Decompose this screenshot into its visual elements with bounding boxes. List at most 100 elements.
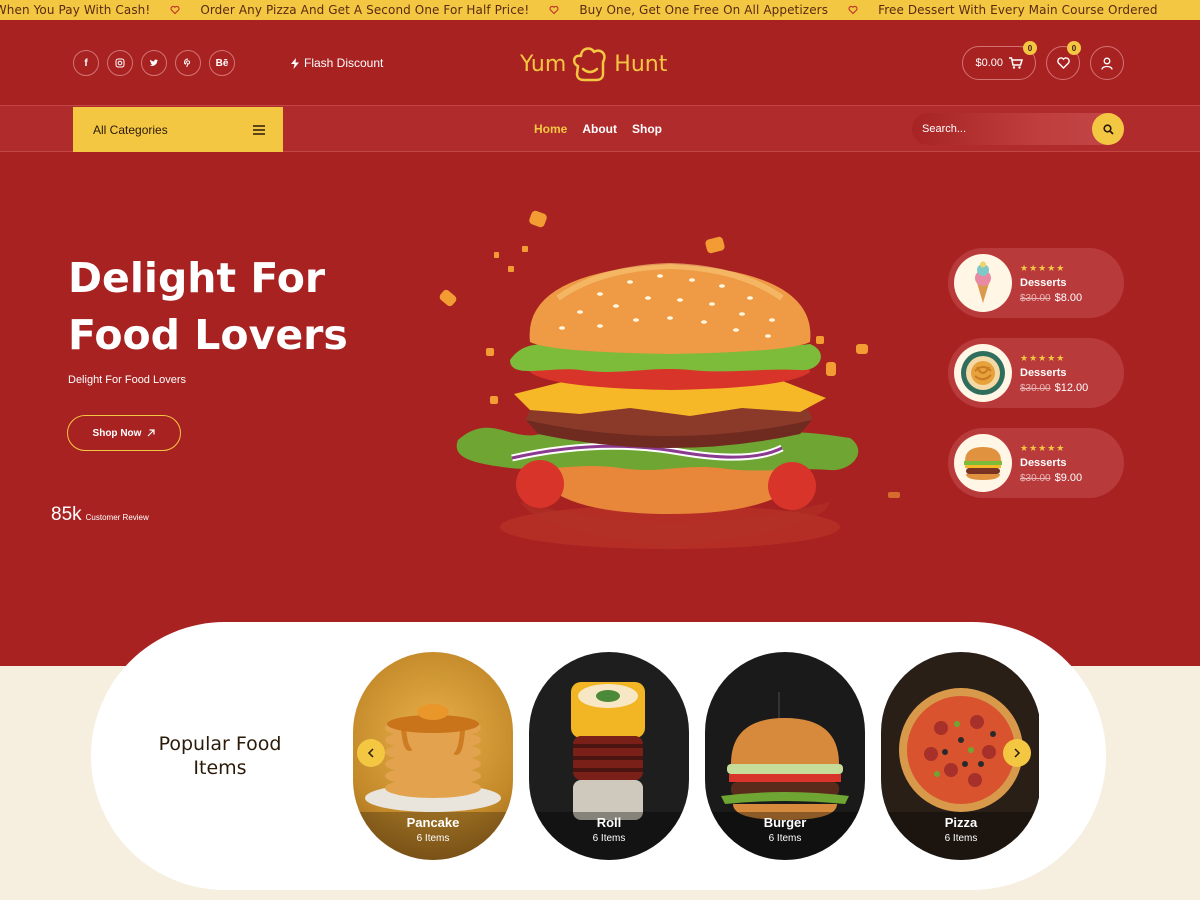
ticker-item: Order Any Pizza And Get A Second One For… — [200, 3, 530, 17]
heart-icon — [1056, 57, 1070, 69]
chevron-left-icon — [367, 748, 374, 758]
featured-item-card[interactable]: ★★★★★ Desserts $30.00 $8.00 — [948, 248, 1124, 318]
user-icon — [1101, 57, 1113, 70]
hero-subtitle: Delight For Food Lovers — [68, 374, 186, 386]
popular-food-carousel: Pancake 6 Items Roll 6 Items Burger 6 It… — [353, 652, 1039, 860]
main-navbar: All Categories Home About Shop — [0, 106, 1200, 152]
featured-item-name: Desserts — [1020, 276, 1067, 289]
food-category-label: Burger 6 Items — [705, 815, 865, 844]
rating-stars: ★★★★★ — [1020, 262, 1066, 273]
wishlist-button[interactable]: 0 — [1046, 41, 1081, 80]
shop-now-label: Shop Now — [92, 427, 142, 439]
food-category-count: 6 Items — [416, 833, 450, 844]
behance-icon[interactable]: Bē — [209, 50, 235, 76]
wishlist-count-badge: 0 — [1067, 41, 1081, 55]
nav-links: Home About Shop — [534, 122, 662, 136]
chef-hat-icon — [573, 47, 606, 82]
rating-stars: ★★★★★ — [1020, 442, 1066, 453]
flash-discount-label: Flash Discount — [304, 56, 384, 70]
hero-title-line2: Food Lovers — [68, 311, 348, 359]
new-price: $12.00 — [1054, 381, 1089, 394]
nav-link-shop[interactable]: Shop — [632, 122, 662, 136]
food-category-label: Roll 6 Items — [529, 815, 689, 844]
heart-icon — [828, 5, 878, 15]
popular-food-section: Popular Food Items Pancake 6 Items Roll … — [91, 622, 1106, 890]
burger-icon — [954, 434, 1012, 492]
featured-item-price: $30.00 $9.00 — [1020, 472, 1082, 484]
featured-item-card[interactable]: ★★★★★ Desserts $30.00 $9.00 — [948, 428, 1124, 498]
promo-ticker: al When You Pay With Cash! Order Any Piz… — [0, 0, 1200, 20]
food-category-label: Pancake 6 Items — [353, 815, 513, 844]
search-bar — [912, 113, 1124, 145]
featured-items: ★★★★★ Desserts $30.00 $8.00 ★★★★★ Dessert… — [948, 248, 1124, 498]
search-input[interactable] — [922, 123, 1082, 135]
old-price: $30.00 — [1020, 382, 1051, 394]
all-categories-label: All Categories — [93, 122, 168, 137]
nav-link-about[interactable]: About — [582, 122, 617, 136]
hero-title-line1: Delight For — [68, 254, 326, 302]
ice-cream-icon — [954, 254, 1012, 312]
featured-item-name: Desserts — [1020, 366, 1067, 379]
heart-icon — [150, 5, 200, 15]
pinterest-icon[interactable] — [175, 50, 201, 76]
food-category-count: 6 Items — [592, 833, 626, 844]
rating-stars: ★★★★★ — [1020, 352, 1066, 363]
facebook-icon[interactable]: f — [73, 50, 99, 76]
featured-item-name: Desserts — [1020, 456, 1067, 469]
old-price: $30.00 — [1020, 292, 1051, 304]
nav-link-home[interactable]: Home — [534, 122, 567, 136]
new-price: $9.00 — [1054, 471, 1083, 484]
bolt-icon — [291, 57, 299, 69]
search-icon — [1102, 123, 1114, 135]
pasta-icon — [954, 344, 1012, 402]
old-price: $30.00 — [1020, 472, 1051, 484]
featured-item-price: $30.00 $12.00 — [1020, 382, 1088, 394]
review-count: 85k — [51, 504, 82, 525]
carousel-next-button[interactable] — [1003, 739, 1031, 767]
food-category-count: 6 Items — [768, 833, 802, 844]
logo-text-right: Hunt — [614, 51, 668, 77]
burger-hero-image — [439, 210, 900, 549]
cart-button[interactable]: $0.00 0 — [962, 41, 1037, 80]
twitter-icon[interactable] — [141, 50, 167, 76]
food-category-label: Pizza 6 Items — [881, 815, 1039, 844]
ticker-item: Buy One, Get One Free On All Appetizers — [579, 3, 829, 17]
featured-item-price: $30.00 $8.00 — [1020, 292, 1082, 304]
account-button[interactable] — [1090, 46, 1124, 80]
ticker-item: Free Dessert With Every Main Course Orde… — [878, 3, 1158, 17]
carousel-prev-button[interactable] — [357, 739, 385, 767]
review-stat: 85k Customer Review — [51, 504, 149, 526]
featured-item-info: ★★★★★ Desserts $30.00 $12.00 — [1020, 353, 1088, 394]
flash-discount-link[interactable]: Flash Discount — [291, 56, 383, 70]
menu-icon — [253, 124, 265, 135]
instagram-icon[interactable] — [107, 50, 133, 76]
cart-total: $0.00 — [975, 57, 1003, 69]
all-categories-button[interactable]: All Categories — [73, 107, 283, 152]
social-links: f Bē — [73, 50, 235, 76]
site-header: f Bē Flash Discount Yum Hunt $0.00 0 0 — [0, 20, 1200, 106]
search-button[interactable] — [1092, 113, 1124, 145]
featured-item-info: ★★★★★ Desserts $30.00 $9.00 — [1020, 443, 1082, 484]
featured-item-card[interactable]: ★★★★★ Desserts $30.00 $12.00 — [948, 338, 1124, 408]
review-label: Customer Review — [85, 513, 149, 522]
shop-now-button[interactable]: Shop Now — [67, 415, 181, 451]
cart-count-badge: 0 — [1023, 41, 1037, 55]
ticker-item: al When You Pay With Cash! — [0, 3, 151, 17]
food-category-count: 6 Items — [944, 833, 978, 844]
arrow-up-right-icon — [148, 429, 156, 437]
food-category-name: Roll — [596, 815, 622, 830]
hero-section: Delight For Food Lovers Delight For Food… — [0, 152, 1200, 666]
food-category-name: Burger — [763, 815, 807, 830]
hero-title: Delight For Food Lovers — [68, 250, 408, 364]
featured-item-info: ★★★★★ Desserts $30.00 $8.00 — [1020, 263, 1082, 304]
food-category-name: Pizza — [944, 815, 978, 830]
header-actions: $0.00 0 0 — [962, 41, 1124, 80]
heart-icon — [529, 5, 579, 15]
popular-section-title: Popular Food Items — [158, 733, 282, 779]
cart-icon — [1009, 57, 1023, 69]
food-category-name: Pancake — [406, 815, 460, 830]
site-logo[interactable]: Yum Hunt — [520, 42, 667, 86]
new-price: $8.00 — [1054, 291, 1083, 304]
food-category-card[interactable]: Roll 6 Items — [529, 652, 689, 860]
food-category-card[interactable]: Burger 6 Items — [705, 652, 865, 860]
